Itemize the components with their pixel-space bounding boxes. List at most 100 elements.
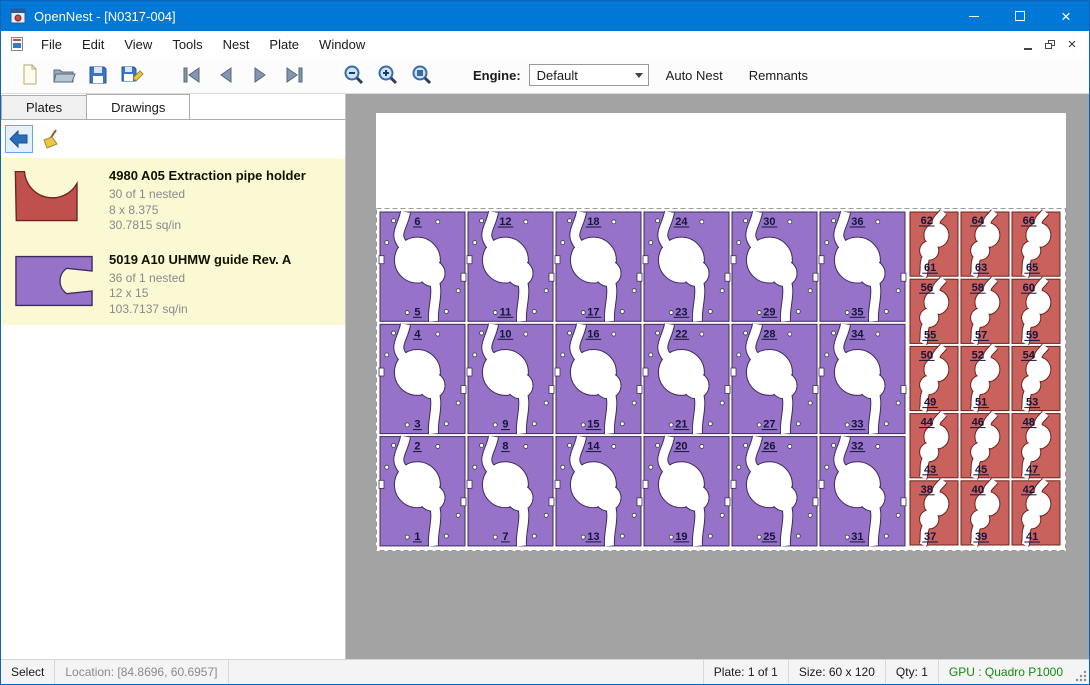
nest-cell-red-66-65[interactable]: 6665: [1012, 212, 1060, 276]
nest-cell-red-62-61[interactable]: 6261: [910, 212, 958, 276]
app-window: OpenNest - [N0317-004] × FileEditViewToo…: [0, 0, 1090, 685]
nest-cell-purple-2-1[interactable]: 21: [379, 437, 466, 546]
svg-text:29: 29: [763, 306, 775, 318]
tab-drawings[interactable]: Drawings: [86, 94, 190, 119]
nest-cell-red-52-51[interactable]: 5251: [961, 346, 1009, 410]
minimize-button[interactable]: [951, 1, 997, 31]
tab-plates[interactable]: Plates: [1, 95, 87, 119]
save-as-button[interactable]: [115, 60, 149, 90]
zoom-in-icon: [377, 64, 399, 86]
nest-cell-purple-8-7[interactable]: 87: [467, 437, 554, 546]
nest-cell-purple-6-5[interactable]: 65: [379, 212, 466, 321]
nest-cell-red-46-45[interactable]: 4645: [961, 414, 1009, 478]
svg-text:10: 10: [499, 328, 511, 340]
nav-prev-button[interactable]: [209, 60, 243, 90]
nest-cell-red-54-53[interactable]: 5453: [1012, 346, 1060, 410]
maximize-button[interactable]: [997, 1, 1043, 31]
open-button[interactable]: [47, 60, 81, 90]
menu-view[interactable]: View: [114, 33, 162, 56]
mdi-close-button[interactable]: ×: [1061, 35, 1083, 53]
new-button[interactable]: [13, 60, 47, 90]
nest-cell-red-48-47[interactable]: 4847: [1012, 414, 1060, 478]
mdi-window-controls: ×: [1017, 35, 1083, 53]
nest-cell-purple-4-3[interactable]: 43: [379, 324, 466, 433]
zoom-in-button[interactable]: [371, 60, 405, 90]
nest-cell-purple-10-9[interactable]: 10 9: [467, 324, 554, 433]
nest-cell-red-56-55[interactable]: 5655: [910, 279, 958, 343]
nest-cell-purple-20-19[interactable]: 2019: [643, 437, 730, 546]
engine-label: Engine:: [473, 68, 521, 83]
mdi-restore-button[interactable]: [1039, 35, 1061, 53]
svg-text:54: 54: [1023, 349, 1036, 361]
remnants-button[interactable]: Remnants: [740, 62, 817, 89]
menu-window[interactable]: Window: [309, 33, 375, 56]
mdi-minimize-button[interactable]: [1017, 35, 1039, 53]
nest-cell-red-60-59[interactable]: 6059: [1012, 279, 1060, 343]
import-button[interactable]: [5, 125, 33, 153]
close-button[interactable]: ×: [1043, 1, 1089, 31]
svg-text:60: 60: [1023, 282, 1035, 294]
drawings-panel: 4980 A05 Extraction pipe holder30 of 1 n…: [1, 119, 345, 659]
svg-text:13: 13: [587, 531, 599, 543]
svg-text:1: 1: [414, 531, 420, 543]
nest-cell-red-38-37[interactable]: 3837: [910, 481, 958, 545]
nest-cell-purple-12-11[interactable]: 1211: [467, 212, 554, 321]
nest-cell-red-42-41[interactable]: 4241: [1012, 481, 1060, 545]
zoom-out-button[interactable]: [337, 60, 371, 90]
nest-canvas[interactable]: 6512111817242330293635431091615222128273…: [346, 94, 1089, 659]
nest-cell-red-44-43[interactable]: 4443: [910, 414, 958, 478]
nest-cell-red-58-57[interactable]: 5857: [961, 279, 1009, 343]
nest-cell-purple-24-23[interactable]: 2423: [643, 212, 730, 321]
drawings-list: 4980 A05 Extraction pipe holder30 of 1 n…: [1, 158, 345, 325]
svg-text:17: 17: [587, 306, 599, 318]
title-bar: OpenNest - [N0317-004] ×: [1, 1, 1089, 31]
nest-cell-purple-34-33[interactable]: 3433: [819, 324, 906, 433]
drawing-item[interactable]: 4980 A05 Extraction pipe holder30 of 1 n…: [1, 158, 345, 242]
drawing-title: 5019 A10 UHMW guide Rev. A: [109, 252, 291, 267]
nest-cell-purple-14-13[interactable]: 1413: [555, 437, 642, 546]
nav-last-button[interactable]: [277, 60, 311, 90]
menu-plate[interactable]: Plate: [259, 33, 309, 56]
nest-cell-purple-26-25[interactable]: 2625: [731, 437, 818, 546]
drawing-item[interactable]: 5019 A10 UHMW guide Rev. A36 of 1 nested…: [1, 242, 345, 326]
svg-text:44: 44: [921, 417, 934, 429]
nest-cell-purple-28-27[interactable]: 2827: [731, 324, 818, 433]
import-arrow-icon: [9, 130, 29, 148]
nest-cell-purple-36-35[interactable]: 3635: [819, 212, 906, 321]
auto-nest-button[interactable]: Auto Nest: [657, 62, 732, 89]
svg-text:11: 11: [500, 306, 512, 318]
nest-cell-red-64-63[interactable]: 6463: [961, 212, 1009, 276]
nav-next-button[interactable]: [243, 60, 277, 90]
zoom-fit-button[interactable]: [405, 60, 439, 90]
status-plate: Plate: 1 of 1: [703, 660, 788, 684]
nest-cell-purple-30-29[interactable]: 3029: [731, 212, 818, 321]
svg-text:49: 49: [924, 397, 936, 409]
broom-icon: [40, 128, 62, 150]
document-icon: [9, 36, 25, 52]
menu-edit[interactable]: Edit: [72, 33, 114, 56]
nav-first-button[interactable]: [175, 60, 209, 90]
svg-text:23: 23: [675, 306, 687, 318]
drawing-size: 12 x 15: [109, 286, 291, 302]
menu-nest[interactable]: Nest: [213, 33, 260, 56]
status-gpu: GPU : Quadro P1000: [938, 660, 1073, 684]
svg-text:50: 50: [921, 349, 933, 361]
nest-cell-purple-18-17[interactable]: 1817: [555, 212, 642, 321]
menu-file[interactable]: File: [31, 33, 72, 56]
nest-cell-purple-16-15[interactable]: 1615: [555, 324, 642, 433]
clear-button[interactable]: [37, 125, 65, 153]
nest-cell-red-50-49[interactable]: 50 49: [910, 346, 958, 410]
nest-cell-red-40-39[interactable]: 4039: [961, 481, 1009, 545]
nest-cell-purple-22-21[interactable]: 2221: [643, 324, 730, 433]
status-bar: Select Location: [84.8696, 60.6957] Plat…: [1, 659, 1089, 684]
nav-last-icon: [283, 65, 305, 85]
svg-text:9: 9: [502, 419, 508, 431]
menu-tools[interactable]: Tools: [162, 33, 212, 56]
svg-text:8: 8: [502, 441, 508, 453]
svg-text:55: 55: [924, 329, 936, 341]
save-button[interactable]: [81, 60, 115, 90]
nest-cell-purple-32-31[interactable]: 3231: [819, 437, 906, 546]
nav-first-icon: [181, 65, 203, 85]
resize-grip[interactable]: [1073, 660, 1089, 684]
engine-select[interactable]: Default: [529, 64, 649, 86]
